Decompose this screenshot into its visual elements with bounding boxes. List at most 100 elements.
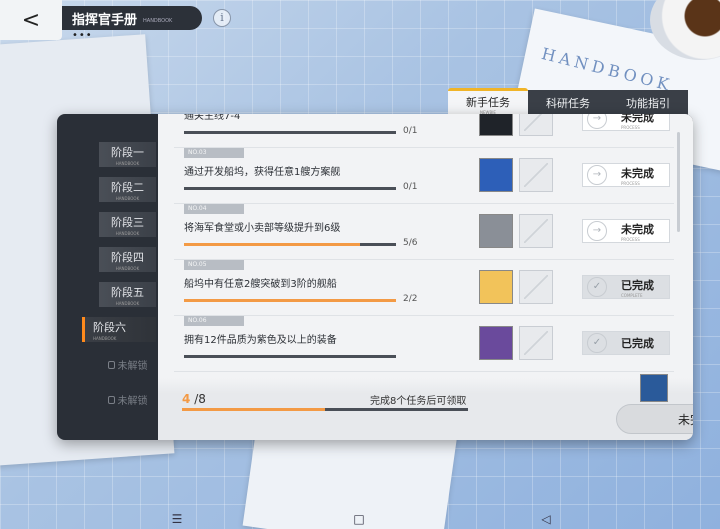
summary-progress-fill [182, 408, 325, 411]
stage-label: 阶段五 [111, 285, 144, 299]
tab-research[interactable]: 科研任务 [528, 90, 608, 116]
check-icon: ✓ [587, 277, 607, 297]
stage-locked[interactable]: 未解锁 [99, 387, 156, 412]
task-summary: 4 /8 完成8个任务后可领取 未完成 [158, 374, 693, 440]
scrollbar[interactable] [677, 132, 680, 232]
task-progress-text: 5/6 [403, 238, 418, 248]
more-dots-icon: ••• [72, 30, 93, 41]
task-number: NO.06 [184, 316, 244, 326]
task-progress-fill [184, 243, 360, 246]
stage-sub: HANDBOOK [93, 335, 117, 341]
task-progress-text: 0/1 [403, 126, 418, 136]
tab-guide[interactable]: 功能指引 [608, 90, 688, 116]
task-progress-bar [184, 299, 396, 302]
summary-progress-bar [182, 408, 468, 411]
page-title-box: 指挥官手册 HANDBOOK [62, 6, 202, 30]
stage-sidebar: 阶段一 HANDBOOK 阶段二 HANDBOOK 阶段三 HANDBOOK 阶段四 HAND… [57, 114, 158, 440]
task-title: 将海军食堂或小卖部等级提升到6级 [184, 223, 341, 234]
page-title: 指挥官手册 [72, 12, 138, 28]
stage-4[interactable]: 阶段四 HANDBOOK [99, 247, 156, 272]
empty-reward-slot [519, 158, 553, 192]
reward-book-icon[interactable] [479, 214, 513, 248]
arrow-right-icon: → [587, 114, 607, 129]
page-title-sub: HANDBOOK [143, 18, 173, 24]
task-progress-text: 2/2 [403, 294, 418, 304]
tab-label: 新手任务 [466, 96, 510, 109]
task-count-current: 4 [182, 392, 191, 406]
reward-cube-icon[interactable] [479, 158, 513, 192]
stage-label: 未解锁 [117, 396, 148, 407]
task-count-total: /8 [194, 392, 206, 406]
handbook-panel: 阶段一 HANDBOOK 阶段二 HANDBOOK 阶段三 HANDBOOK 阶段四 HAND… [57, 114, 693, 440]
task-status-button[interactable]: → 未完成 PROCESS [582, 219, 670, 243]
status-label: 未完成 [621, 114, 654, 124]
stage-6[interactable]: 阶段六 HANDBOOK [82, 317, 156, 342]
task-title: 拥有12件品质为紫色及以上的装备 [184, 335, 337, 346]
task-title: 船坞中有任意2艘突破到3阶的舰船 [184, 279, 337, 290]
task-title: 通关主线7-4 [184, 114, 241, 122]
task-number: NO.05 [184, 260, 244, 270]
task-progress-bar [184, 131, 396, 134]
stage-label: 阶段一 [111, 145, 144, 159]
task-progress-bar [184, 243, 396, 246]
arrow-right-icon: → [587, 221, 607, 241]
summary-message: 完成8个任务后可领取 [370, 396, 467, 407]
task-number: NO.04 [184, 204, 244, 214]
stage-label: 阶段三 [111, 215, 144, 229]
lock-icon [107, 395, 115, 404]
status-sub: COMPLETE [621, 292, 643, 298]
stage-label: 阶段四 [111, 250, 144, 264]
info-button[interactable]: i [213, 9, 231, 27]
stage-5[interactable]: 阶段五 HANDBOOK [99, 282, 156, 307]
task-status-button[interactable]: → 未完成 PROCESS [582, 114, 670, 131]
menu-icon[interactable]: ☰ [170, 513, 184, 525]
task-status-button[interactable]: ✓ 已完成 COMPLETE [582, 275, 670, 299]
tab-label: 功能指引 [626, 97, 670, 110]
claim-button[interactable]: 未完成 [616, 404, 693, 434]
status-label: 未完成 [621, 166, 654, 180]
task-progress-text: 0/1 [403, 182, 418, 192]
stage-sub: HANDBOOK [115, 160, 140, 166]
task-status-button[interactable]: ✓ 已完成 [582, 331, 670, 355]
final-reward-icon[interactable] [640, 374, 668, 402]
check-icon: ✓ [587, 333, 607, 353]
empty-reward-slot [519, 214, 553, 248]
task-row: NO.04 将海军食堂或小卖部等级提升到6级 5/6 → 未完成 PROCESS [174, 204, 674, 260]
reward-chip-icon[interactable] [479, 114, 513, 136]
task-row: NO.03 通过开发船坞，获得任意1艘方案舰 0/1 → 未完成 PROCESS [174, 148, 674, 204]
task-number: NO.03 [184, 148, 244, 158]
stage-1[interactable]: 阶段一 HANDBOOK [99, 142, 156, 167]
task-row: NO.06 拥有12件品质为紫色及以上的装备 ✓ 已完成 [174, 316, 674, 372]
reward-portrait-icon[interactable] [479, 270, 513, 304]
status-label: 已完成 [621, 337, 654, 350]
task-count: 4 /8 [182, 392, 206, 406]
reward-gear-icon[interactable] [479, 326, 513, 360]
task-row: 通关主线7-4 0/1 → 未完成 PROCESS [174, 114, 674, 148]
stage-label: 阶段六 [93, 320, 126, 334]
task-list[interactable]: NO.06 拥有12件品质为紫色及以上的装备 ✓ 已完成 NO.05 船坞中有任意2艘突破… [158, 114, 693, 440]
stage-sub: HANDBOOK [115, 230, 140, 236]
stage-sub: HANDBOOK [115, 265, 140, 271]
stage-label: 未解锁 [117, 361, 148, 372]
task-title: 通过开发船坞，获得任意1艘方案舰 [184, 167, 341, 178]
stage-sub: HANDBOOK [115, 300, 140, 306]
system-nav-bar: ☰ □ ◁ [0, 513, 720, 529]
stage-sub: HANDBOOK [115, 195, 140, 201]
task-row: NO.05 船坞中有任意2艘突破到3阶的舰船 2/2 ✓ 已完成 COMPLETE [174, 260, 674, 316]
task-progress-bar [184, 187, 396, 190]
home-icon[interactable]: □ [352, 513, 366, 525]
lock-icon [107, 360, 115, 369]
stage-locked[interactable]: 未解锁 [99, 352, 156, 377]
empty-reward-slot [519, 326, 553, 360]
tab-label: 科研任务 [546, 97, 590, 110]
stage-3[interactable]: 阶段三 HANDBOOK [99, 212, 156, 237]
back-button[interactable]: < [0, 0, 62, 40]
stage-2[interactable]: 阶段二 HANDBOOK [99, 177, 156, 202]
task-status-button[interactable]: → 未完成 PROCESS [582, 163, 670, 187]
task-progress-bar [184, 355, 396, 358]
empty-reward-slot [519, 270, 553, 304]
task-progress-fill [184, 299, 396, 302]
stage-label: 阶段二 [111, 180, 144, 194]
back-nav-icon[interactable]: ◁ [539, 513, 553, 525]
status-sub: PROCESS [621, 180, 640, 186]
